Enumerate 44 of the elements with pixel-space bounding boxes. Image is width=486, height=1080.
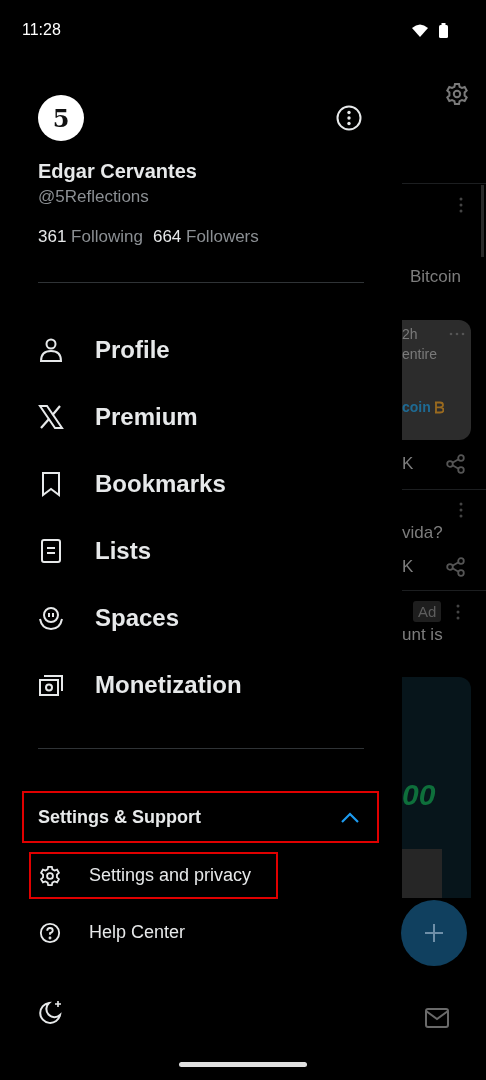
post-text: vida? — [402, 523, 444, 543]
settings-icon[interactable] — [445, 82, 469, 106]
menu-item[interactable]: Lists — [0, 517, 402, 584]
x-logo-icon — [38, 403, 64, 430]
more-options-icon[interactable] — [336, 105, 362, 131]
scrollbar — [481, 185, 484, 257]
wifi-icon — [412, 23, 428, 37]
settings-menu-item[interactable]: Settings and privacy — [29, 852, 278, 899]
settings-icon — [39, 864, 61, 887]
microphone-face-icon — [38, 604, 64, 631]
menu-item[interactable]: Spaces — [0, 584, 402, 651]
more-options-icon — [449, 332, 465, 336]
follow-count-link[interactable]: 664 Followers — [152, 226, 259, 248]
chevron-icon — [341, 811, 359, 823]
avatar-logo[interactable]: 5 — [38, 95, 84, 141]
menu-item[interactable]: Premium — [0, 383, 402, 450]
profile-name: Edgar Cervantes — [38, 159, 198, 183]
settings-menu-item[interactable]: Help Center — [29, 909, 278, 956]
engagement-count: K — [402, 557, 414, 577]
person-icon — [38, 336, 64, 363]
post-time: 2h — [402, 326, 418, 342]
menu-item[interactable]: Monetization — [0, 651, 402, 718]
follow-count-link[interactable]: 361 Following — [38, 226, 143, 248]
share-icon[interactable] — [446, 454, 467, 474]
menu-item[interactable]: Bookmarks — [0, 450, 402, 517]
ad-badge: Ad — [413, 601, 442, 622]
card-text: entire — [402, 346, 439, 362]
share-icon[interactable] — [446, 557, 467, 577]
settings-support-toggle[interactable]: Settings & Support — [22, 791, 379, 843]
plus-icon — [424, 923, 444, 943]
status-time: 11:28 — [22, 21, 61, 39]
post-text: unt is — [402, 625, 444, 645]
moon-icon[interactable] — [38, 999, 64, 1025]
photo-placeholder — [402, 849, 442, 898]
profile-handle: @5Reflections — [38, 186, 150, 208]
help-icon — [39, 921, 61, 944]
battery-icon — [439, 22, 448, 38]
engagement-count: K — [402, 454, 414, 474]
mail-icon[interactable] — [425, 1008, 449, 1028]
post-text: Bitcoin — [410, 267, 463, 287]
menu-item[interactable]: Profile — [0, 316, 402, 383]
list-icon — [38, 537, 64, 564]
promo-text: 00 — [402, 777, 437, 813]
bitcoin-icon — [433, 400, 444, 414]
